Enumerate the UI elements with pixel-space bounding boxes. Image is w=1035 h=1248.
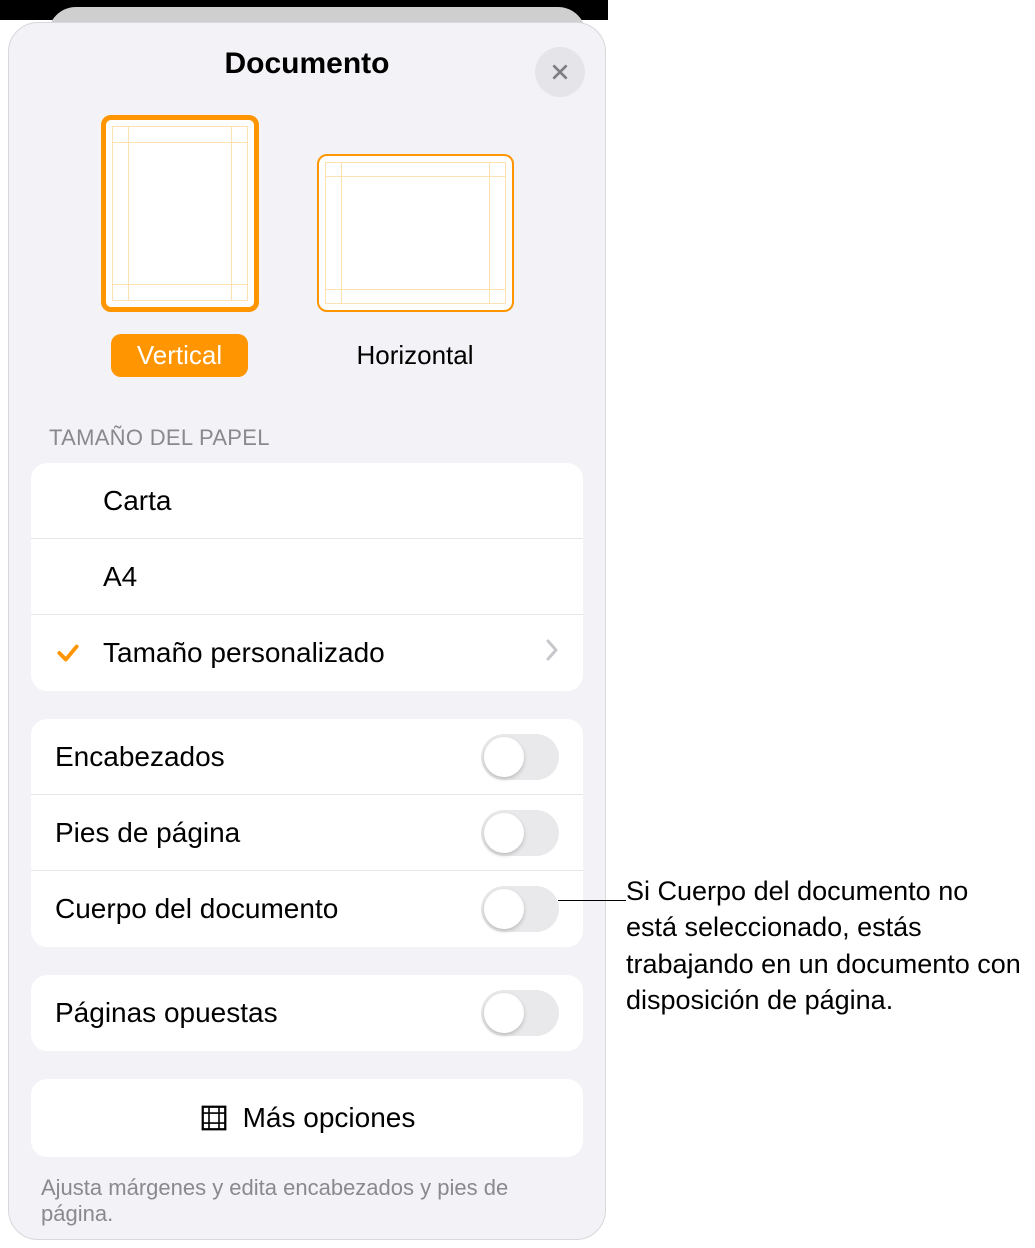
toggle-row-body: Cuerpo del documento <box>31 871 583 947</box>
orientation-vertical[interactable]: Vertical <box>101 115 259 377</box>
headers-toggle[interactable] <box>481 734 559 780</box>
callout-leader-line <box>558 900 626 901</box>
close-icon <box>550 62 570 82</box>
close-button[interactable] <box>535 47 585 97</box>
paper-size-list: Carta A4 Tamaño personalizado <box>31 463 583 691</box>
toggle-row-footers: Pies de página <box>31 795 583 871</box>
margins-icon <box>199 1103 229 1133</box>
paper-size-custom-label: Tamaño personalizado <box>103 637 545 669</box>
more-options-label: Más opciones <box>243 1102 416 1134</box>
paper-size-a4[interactable]: A4 <box>31 539 583 615</box>
panel-title: Documento <box>225 47 390 81</box>
toggle-row-headers: Encabezados <box>31 719 583 795</box>
paper-size-letter-label: Carta <box>103 485 559 517</box>
checkmark-icon <box>55 640 81 666</box>
footer-note: Ajusta márgenes y edita encabezados y pi… <box>9 1157 605 1227</box>
orientation-horizontal-label: Horizontal <box>330 334 499 377</box>
footers-toggle[interactable] <box>481 810 559 856</box>
document-toggles: Encabezados Pies de página Cuerpo del do… <box>31 719 583 947</box>
more-options-button[interactable]: Más opciones <box>31 1079 583 1157</box>
callout-text: Si Cuerpo del documento no está seleccio… <box>626 873 1026 1019</box>
facing-label: Páginas opuestas <box>55 997 481 1029</box>
headers-label: Encabezados <box>55 741 481 773</box>
check-custom <box>55 640 103 666</box>
paper-size-a4-label: A4 <box>103 561 559 593</box>
facing-pages-group: Páginas opuestas <box>31 975 583 1051</box>
orientation-horizontal[interactable]: Horizontal <box>317 115 514 377</box>
orientation-selector: Vertical Horizontal <box>9 105 605 377</box>
paper-size-custom[interactable]: Tamaño personalizado <box>31 615 583 691</box>
orientation-vertical-label: Vertical <box>111 334 248 377</box>
toggle-row-facing: Páginas opuestas <box>31 975 583 1051</box>
paper-size-letter[interactable]: Carta <box>31 463 583 539</box>
paper-size-header: Tamaño del papel <box>9 377 605 463</box>
chevron-right-icon <box>545 637 559 669</box>
landscape-thumb <box>317 154 514 312</box>
body-toggle[interactable] <box>481 886 559 932</box>
footers-label: Pies de página <box>55 817 481 849</box>
facing-toggle[interactable] <box>481 990 559 1036</box>
body-label: Cuerpo del documento <box>55 893 481 925</box>
document-settings-panel: Documento Vertical Horizontal Tamaño <box>8 22 606 1240</box>
panel-header: Documento <box>9 23 605 105</box>
portrait-thumb <box>101 115 259 312</box>
